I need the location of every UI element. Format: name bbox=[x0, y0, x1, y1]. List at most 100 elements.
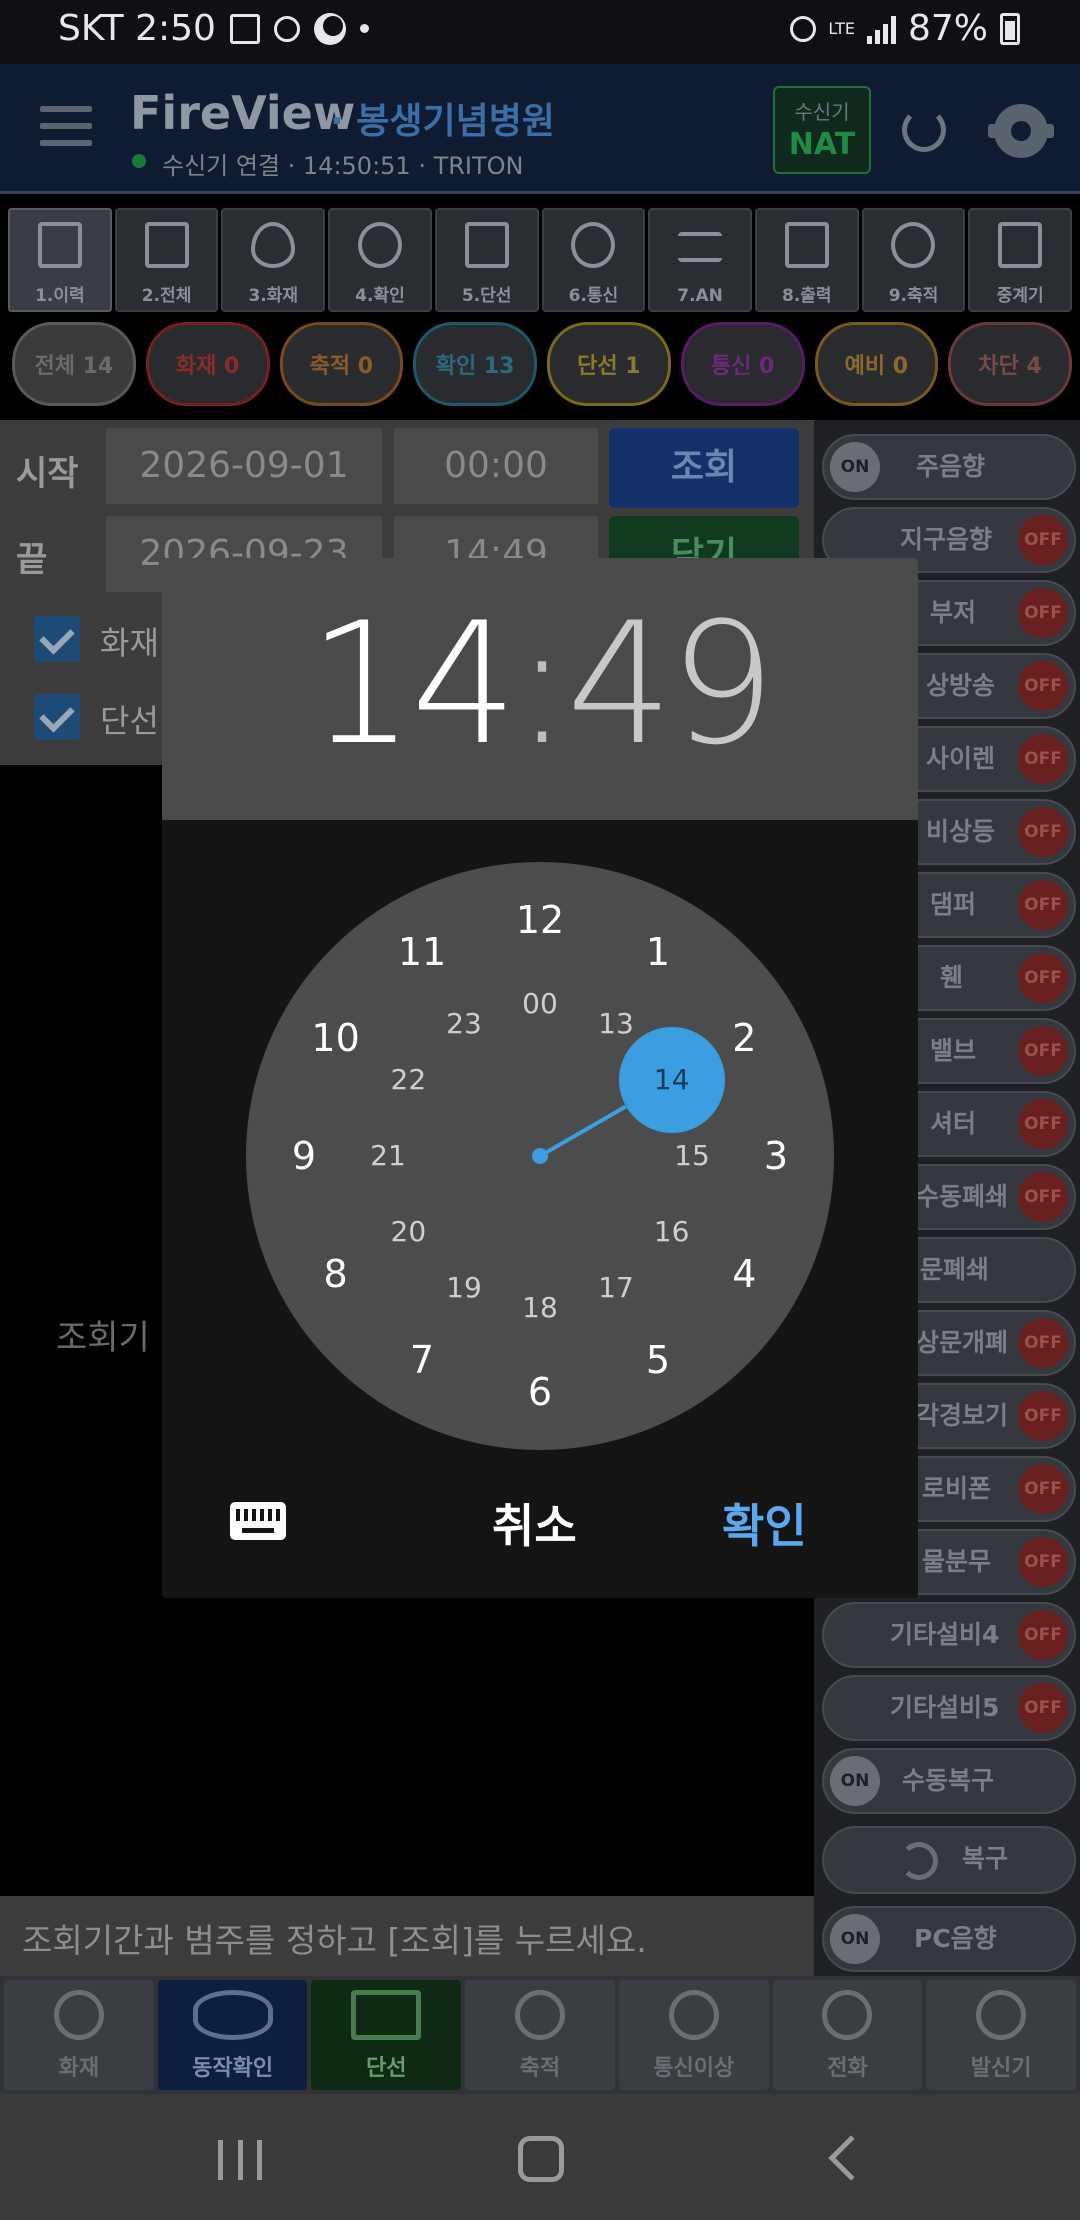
clock-selected-hour[interactable]: 14 bbox=[618, 1027, 725, 1133]
switch-main-sound[interactable]: ON 주음향 bbox=[822, 434, 1076, 500]
wave-icon bbox=[678, 232, 723, 262]
ok-button[interactable]: 확인 bbox=[722, 1490, 807, 1556]
clock-number-11[interactable]: 11 bbox=[382, 922, 462, 982]
nav-fire[interactable]: 화재 bbox=[4, 1980, 154, 2090]
clock-number-20[interactable]: 20 bbox=[368, 1202, 448, 1262]
tool-comm[interactable]: 6.통신 bbox=[541, 208, 646, 312]
filter-chips: 전체 14 화재 0 축적 0 확인 13 단선 1 통신 0 예비 0 차단 … bbox=[12, 322, 1072, 408]
tool-store[interactable]: 9.축적 bbox=[861, 208, 966, 312]
fire-checkbox[interactable] bbox=[34, 616, 80, 662]
chip-all[interactable]: 전체 14 bbox=[12, 322, 136, 406]
empty-result-text: 조회기 bbox=[56, 1318, 150, 1358]
nav-action-check[interactable]: 동작확인 bbox=[157, 1980, 308, 2090]
reset-button[interactable]: 복구 bbox=[822, 1826, 1076, 1894]
tool-fire[interactable]: 3.화재 bbox=[221, 208, 326, 312]
recent-apps-icon[interactable] bbox=[218, 2140, 262, 2180]
battery-percent: 87% bbox=[907, 8, 988, 49]
chip-confirm[interactable]: 확인 13 bbox=[413, 322, 537, 406]
clock-number-9[interactable]: 9 bbox=[264, 1126, 344, 1186]
refresh-icon[interactable] bbox=[902, 108, 946, 152]
document-icon bbox=[37, 222, 82, 268]
disconnect-checkbox[interactable] bbox=[34, 694, 80, 740]
clock-number-1[interactable]: 1 bbox=[618, 922, 698, 982]
chip-fire[interactable]: 화재 0 bbox=[145, 322, 270, 406]
clock-number-8[interactable]: 8 bbox=[296, 1244, 376, 1304]
tool-history[interactable]: 1.이력 bbox=[8, 208, 112, 312]
timer-icon bbox=[891, 222, 936, 268]
clock-number-3[interactable]: 3 bbox=[736, 1126, 816, 1186]
search-button[interactable]: 조회 bbox=[609, 428, 799, 508]
menu-icon[interactable] bbox=[40, 106, 92, 146]
signal-icon bbox=[866, 14, 896, 44]
tool-confirm[interactable]: 4.확인 bbox=[328, 208, 432, 312]
tool-disconnect[interactable]: 5.단선 bbox=[434, 208, 539, 312]
flame-icon bbox=[53, 1990, 104, 2040]
clock-face[interactable]: 12 1 2 3 4 5 6 7 8 9 10 11 00 13 14 15 16 17 18 19 20 21 22 23 bbox=[246, 862, 834, 1450]
cancel-button[interactable]: 취소 bbox=[492, 1490, 577, 1556]
home-icon[interactable] bbox=[518, 2136, 564, 2182]
tool-relay[interactable]: 중계기 bbox=[968, 208, 1073, 312]
nav-comm-error[interactable]: 통신이상 bbox=[618, 1980, 769, 2090]
start-date-field[interactable]: 2026-09-01 bbox=[106, 428, 382, 504]
switch-manual-reset[interactable]: ON 수동복구 bbox=[822, 1748, 1076, 1814]
clock-number-4[interactable]: 4 bbox=[704, 1244, 784, 1304]
nav-disconnect[interactable]: 단선 bbox=[311, 1980, 462, 2090]
switch-etc4[interactable]: 기타설비4 OFF bbox=[822, 1602, 1076, 1668]
fire-checkbox-label: 화재 bbox=[100, 624, 159, 662]
time-colon: : bbox=[513, 586, 571, 782]
battery-icon bbox=[1000, 12, 1020, 45]
tool-all[interactable]: 2.전체 bbox=[114, 208, 219, 312]
clock-number-00[interactable]: 00 bbox=[500, 974, 580, 1034]
reset-icon bbox=[900, 1842, 938, 1880]
switch-etc5[interactable]: 기타설비5 OFF bbox=[822, 1675, 1076, 1741]
clock-number-23[interactable]: 23 bbox=[424, 994, 504, 1054]
clock-number-16[interactable]: 16 bbox=[632, 1202, 712, 1262]
clock-number-15[interactable]: 15 bbox=[652, 1126, 732, 1186]
hour-display[interactable]: 14 bbox=[308, 586, 518, 782]
clock-number-18[interactable]: 18 bbox=[500, 1278, 580, 1338]
clock-number-6[interactable]: 6 bbox=[500, 1362, 580, 1422]
clock-number-7[interactable]: 7 bbox=[382, 1330, 462, 1390]
app-title: FireView bbox=[130, 86, 356, 140]
dialog-actions: 취소 확인 bbox=[162, 1478, 918, 1568]
clock-number-19[interactable]: 19 bbox=[424, 1258, 504, 1318]
minute-display[interactable]: 49 bbox=[566, 586, 776, 782]
nav-phone[interactable]: 전화 bbox=[772, 1980, 923, 2090]
clock-number-22[interactable]: 22 bbox=[368, 1050, 448, 1110]
documents-icon bbox=[144, 222, 189, 268]
clock-number-17[interactable]: 17 bbox=[576, 1258, 656, 1318]
info-icon bbox=[273, 15, 300, 42]
clock-number-10[interactable]: 10 bbox=[296, 1008, 376, 1068]
gear-icon[interactable] bbox=[988, 104, 1054, 158]
keyboard-icon[interactable] bbox=[230, 1502, 286, 1540]
chip-block[interactable]: 차단 4 bbox=[948, 322, 1072, 406]
moon-icon bbox=[313, 12, 346, 45]
receiver-badge[interactable]: 수신기 NAT bbox=[773, 86, 871, 174]
check-search-icon bbox=[357, 222, 402, 268]
time-display: 14:49 bbox=[162, 594, 918, 774]
clock-number-21[interactable]: 21 bbox=[348, 1126, 428, 1186]
chip-store[interactable]: 축적 0 bbox=[279, 322, 404, 406]
dot-icon bbox=[359, 24, 369, 33]
status-bar: SKT 2:50 LTE 87% bbox=[0, 0, 1080, 64]
tool-an[interactable]: 7.AN bbox=[648, 208, 752, 312]
alarm-icon bbox=[790, 15, 817, 42]
tool-output[interactable]: 8.출력 bbox=[754, 208, 859, 312]
disconnect-checkbox-label: 단선 bbox=[100, 702, 159, 740]
chip-spare[interactable]: 예비 0 bbox=[814, 322, 939, 406]
chip-disconnect[interactable]: 단선 1 bbox=[547, 322, 671, 406]
connection-dot-icon bbox=[132, 154, 146, 168]
back-icon[interactable] bbox=[828, 2135, 874, 2181]
switch-pc-sound[interactable]: ON PC음향 bbox=[822, 1906, 1076, 1972]
start-time-field[interactable]: 00:00 bbox=[394, 428, 598, 504]
receiver-value: NAT bbox=[788, 127, 856, 162]
satellite-icon bbox=[668, 1990, 719, 2040]
nav-transmitter[interactable]: 발신기 bbox=[926, 1980, 1077, 2090]
receiver-label: 수신기 bbox=[794, 100, 850, 124]
chip-comm[interactable]: 통신 0 bbox=[680, 322, 805, 406]
clock-number-5[interactable]: 5 bbox=[618, 1330, 698, 1390]
relay-icon bbox=[998, 222, 1043, 268]
clock-number-12[interactable]: 12 bbox=[500, 890, 580, 950]
nav-store[interactable]: 축적 bbox=[465, 1980, 615, 2090]
connection-status: 수신기 연결 · 14:50:51 · TRITON bbox=[162, 152, 524, 180]
